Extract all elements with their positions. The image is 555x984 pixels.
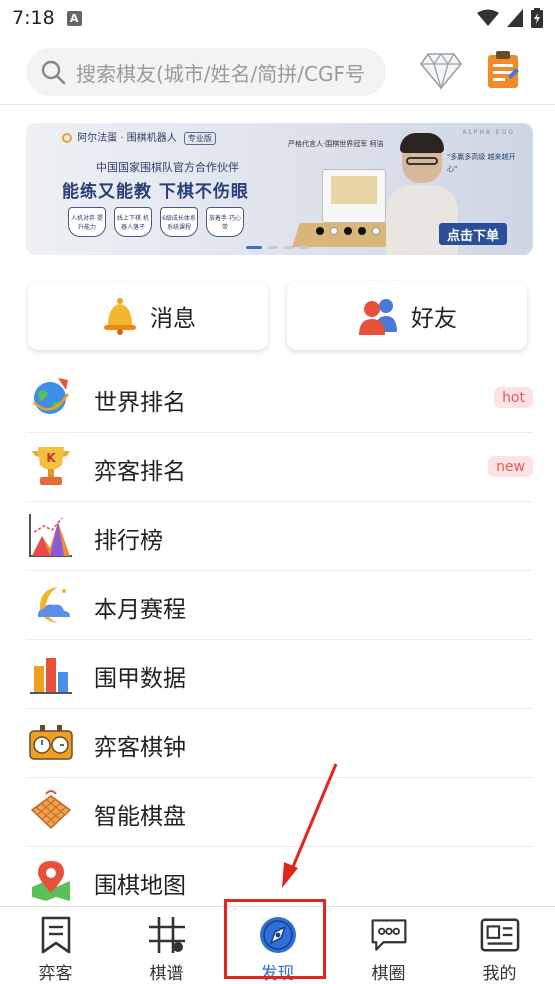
tab-yike[interactable]: 弈客 xyxy=(0,907,111,984)
pager-dot xyxy=(268,246,278,249)
robot-machine-image xyxy=(322,169,386,223)
promo-banner[interactable]: 阿尔法蛋 · 围棋机器人 专业版 中国国家围棋队官方合作伙伴 能练又能教 下棋不… xyxy=(26,123,533,255)
banner-headline: 能练又能教 下棋不伤眼 xyxy=(62,182,249,202)
menu-item-smart-board[interactable]: 智能棋盘 xyxy=(0,778,555,847)
profile-card-icon xyxy=(480,918,519,952)
menu-item-chess-clock[interactable]: 弈客棋钟 xyxy=(0,709,555,778)
signal-icon xyxy=(507,9,523,27)
bar-chart-icon xyxy=(30,658,72,694)
banner-brand-name: 阿尔法蛋 · 围棋机器人 xyxy=(77,133,177,144)
friends-button[interactable]: 好友 xyxy=(287,282,527,350)
menu-item-leaderboard[interactable]: 排行榜 xyxy=(0,502,555,571)
globe-rocket-icon xyxy=(33,378,70,414)
banner-badge: 放着手 巧心带 xyxy=(206,207,244,237)
smart-board-icon xyxy=(30,790,72,830)
search-row: 搜索棋友(城市/姓名/简拼/CGF号 xyxy=(0,44,555,100)
banner-badge: 人机对弈 提升能力 xyxy=(68,207,106,237)
search-input[interactable]: 搜索棋友(城市/姓名/简拼/CGF号 xyxy=(26,48,386,96)
annotation-highlight-box xyxy=(224,899,326,979)
tab-label: 弈客 xyxy=(38,964,73,984)
banner-badge: 线上下棋 机器人落子 xyxy=(114,207,152,237)
banner-brand-tag: 专业版 xyxy=(183,132,216,145)
friends-label: 好友 xyxy=(411,306,457,332)
vip-diamond-button[interactable] xyxy=(419,50,463,94)
tab-label: 棋圈 xyxy=(371,964,406,984)
banner-feature-badges: 人机对弈 提升能力 线上下棋 机器人落子 6级成长体系 系统课程 放着手 巧心带 xyxy=(68,207,244,237)
banner-order-button[interactable]: 点击下单 xyxy=(438,223,507,245)
trophy-icon: K xyxy=(32,447,70,485)
header-divider xyxy=(0,104,555,105)
notification-badge-icon: A xyxy=(66,10,82,26)
messages-label: 消息 xyxy=(150,306,196,332)
search-icon xyxy=(41,60,66,85)
search-placeholder: 搜索棋友(城市/姓名/简拼/CGF号 xyxy=(76,61,365,86)
hot-badge: hot xyxy=(494,387,533,408)
tab-game-records[interactable]: 棋谱 xyxy=(111,907,222,984)
quick-cards: 消息 好友 xyxy=(0,282,555,352)
tab-label: 我的 xyxy=(482,964,517,984)
menu-item-world-ranking[interactable]: 世界排名 hot xyxy=(0,364,555,433)
status-bar: 7:18 A xyxy=(0,0,555,36)
menu-item-label: 围甲数据 xyxy=(94,666,186,692)
menu-item-label: 智能棋盘 xyxy=(94,804,186,830)
go-stones-image xyxy=(316,227,394,235)
svg-text:K: K xyxy=(46,451,56,465)
tab-label: 棋谱 xyxy=(149,964,184,984)
diamond-icon xyxy=(419,52,463,91)
tab-circle[interactable]: 棋圈 xyxy=(333,907,444,984)
menu-item-label: 围棋地图 xyxy=(94,873,186,899)
banner-endorser-note: 严格代言人·围棋世界冠军 柯洁 xyxy=(288,140,384,148)
bookmark-icon xyxy=(41,916,70,954)
menu-item-label: 世界排名 xyxy=(94,390,186,416)
clipboard-icon xyxy=(488,51,519,88)
menu-item-monthly-schedule[interactable]: 本月赛程 xyxy=(0,571,555,640)
menu-item-league-data[interactable]: 围甲数据 xyxy=(0,640,555,709)
new-badge: new xyxy=(488,456,533,477)
menu-item-label: 本月赛程 xyxy=(94,597,186,623)
task-clipboard-button[interactable] xyxy=(486,50,520,94)
menu-item-label: 排行榜 xyxy=(94,528,163,554)
banner-subheadline: 中国国家围棋队官方合作伙伴 xyxy=(96,161,239,174)
banner-pager-dots xyxy=(246,246,310,249)
menu-item-label: 弈客棋钟 xyxy=(94,735,186,761)
menu-item-label: 弈客排名 xyxy=(94,459,186,485)
pager-dot xyxy=(246,246,262,249)
battery-icon xyxy=(531,8,543,28)
map-pin-icon xyxy=(32,861,70,901)
pager-dot xyxy=(284,246,294,249)
banner-alpha-text: ALPHA EGG xyxy=(462,129,515,136)
bell-icon xyxy=(104,298,136,335)
chess-clock-icon xyxy=(29,725,73,760)
chat-bubble-icon xyxy=(371,919,406,951)
brand-logo-icon xyxy=(62,133,72,143)
messages-button[interactable]: 消息 xyxy=(28,282,268,350)
pager-dot xyxy=(300,246,310,249)
status-time: 7:18 xyxy=(12,7,55,29)
friends-icon xyxy=(359,299,397,335)
moon-cloud-icon xyxy=(38,587,70,623)
tab-mine[interactable]: 我的 xyxy=(444,907,555,984)
grid-board-icon xyxy=(148,917,185,953)
banner-badge: 6级成长体系 系统课程 xyxy=(160,207,198,237)
wifi-icon xyxy=(477,9,499,26)
mountain-chart-icon xyxy=(29,514,72,557)
banner-quote: "多赢多高级 越来越开心" xyxy=(447,153,516,173)
banner-brand: 阿尔法蛋 · 围棋机器人 专业版 xyxy=(62,129,216,145)
menu-item-yike-ranking[interactable]: K 弈客排名 new xyxy=(0,433,555,502)
